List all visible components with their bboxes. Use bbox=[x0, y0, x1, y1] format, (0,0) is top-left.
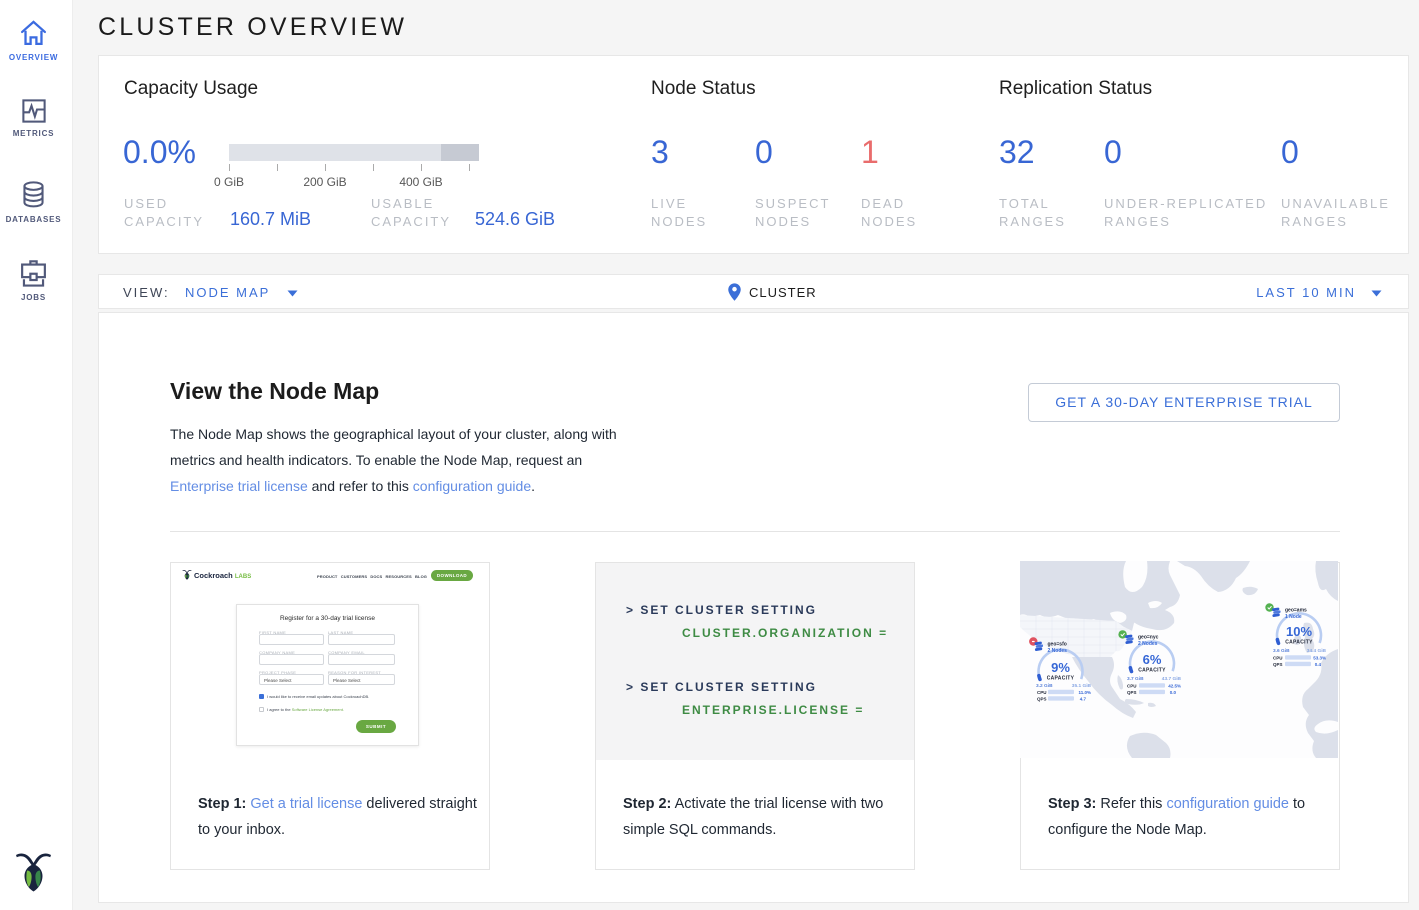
svg-text:11.0%: 11.0% bbox=[1078, 690, 1091, 695]
svg-text:2 Nodes: 2 Nodes bbox=[1138, 641, 1158, 647]
svg-text:0.4: 0.4 bbox=[1315, 662, 1322, 667]
svg-text:1 Node: 1 Node bbox=[1285, 614, 1302, 620]
svg-text:geo=sfo: geo=sfo bbox=[1048, 642, 1067, 648]
svg-text:3.2 GiB: 3.2 GiB bbox=[1036, 683, 1053, 689]
svg-text:9%: 9% bbox=[1051, 660, 1070, 675]
svg-text:35.1 GiB: 35.1 GiB bbox=[1072, 683, 1092, 689]
svg-text:43.7 GiB: 43.7 GiB bbox=[1162, 676, 1182, 682]
svg-text:geo=ams: geo=ams bbox=[1285, 608, 1307, 614]
svg-text:QPS: QPS bbox=[1037, 697, 1047, 702]
svg-text:4.7: 4.7 bbox=[1080, 697, 1087, 702]
svg-text:34.4 GiB: 34.4 GiB bbox=[1307, 648, 1327, 654]
svg-text:0.0: 0.0 bbox=[1170, 690, 1177, 695]
svg-text:QPS: QPS bbox=[1273, 662, 1283, 667]
svg-text:3.6 GiB: 3.6 GiB bbox=[1273, 648, 1290, 654]
svg-text:QPS: QPS bbox=[1127, 690, 1137, 695]
svg-text:42.5%: 42.5% bbox=[1168, 684, 1181, 689]
svg-text:CAPACITY: CAPACITY bbox=[1138, 668, 1166, 674]
svg-text:10%: 10% bbox=[1286, 624, 1312, 639]
svg-text:CPU: CPU bbox=[1037, 690, 1047, 695]
svg-text:CAPACITY: CAPACITY bbox=[1047, 676, 1075, 682]
svg-text:CAPACITY: CAPACITY bbox=[1285, 640, 1313, 646]
svg-text:3.7 GiB: 3.7 GiB bbox=[1127, 676, 1144, 682]
svg-text:geo=nyc: geo=nyc bbox=[1138, 635, 1159, 641]
svg-text:2 Nodes: 2 Nodes bbox=[1048, 648, 1068, 654]
svg-text:53.3%: 53.3% bbox=[1313, 656, 1326, 661]
svg-text:CPU: CPU bbox=[1273, 656, 1283, 661]
svg-text:6%: 6% bbox=[1143, 652, 1162, 667]
svg-text:CPU: CPU bbox=[1127, 684, 1137, 689]
